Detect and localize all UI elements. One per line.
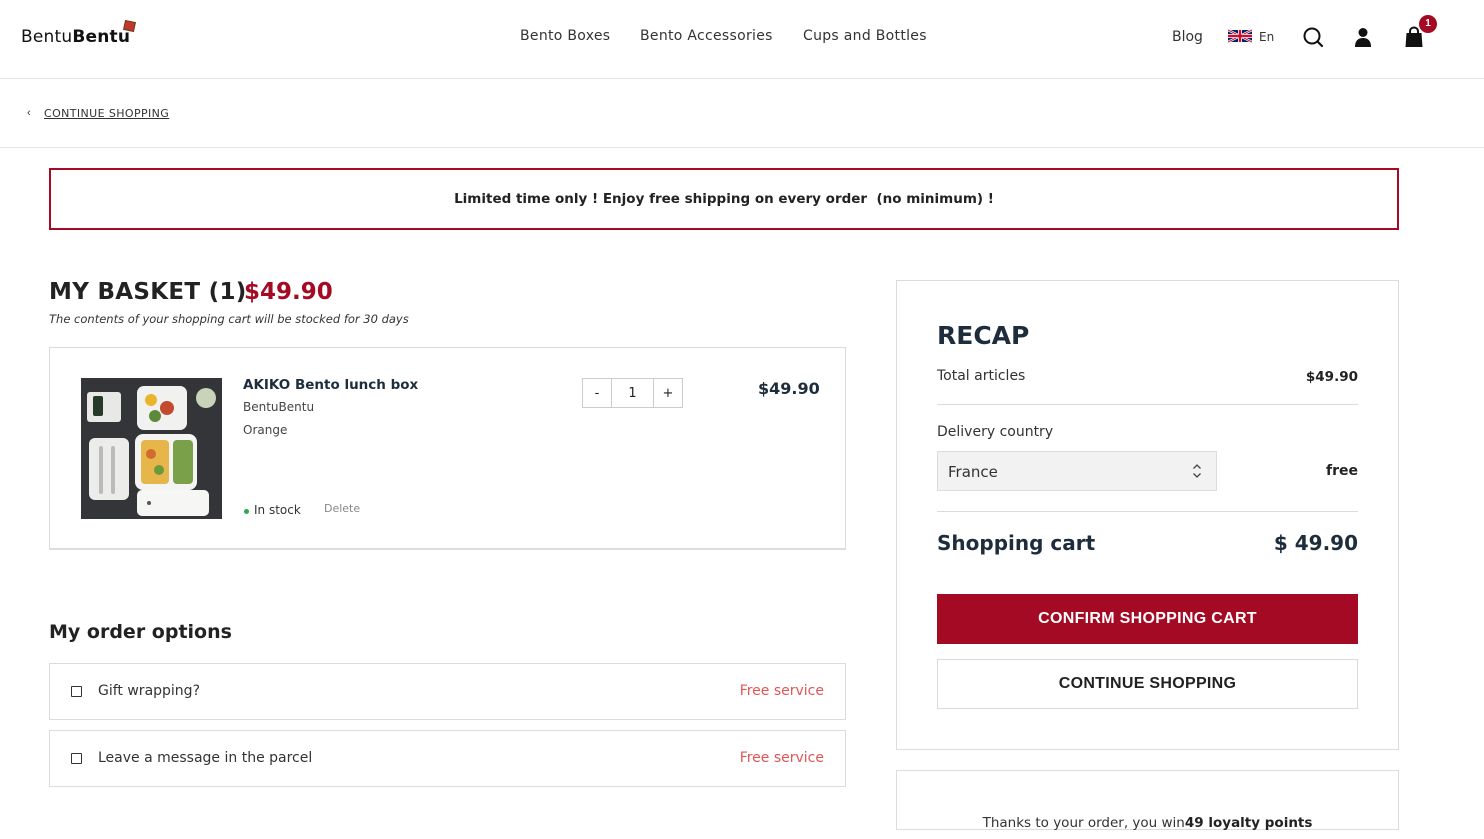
qty-increase-button[interactable]: + (653, 379, 682, 407)
divider (937, 404, 1358, 405)
product-name[interactable]: AKIKO Bento lunch box (243, 377, 418, 393)
delivery-cost: free (1326, 463, 1358, 479)
cart-item: AKIKO Bento lunch box BentuBentu Orange … (49, 347, 846, 550)
loyalty-points-box: Thanks to your order, you win 49 loyalty… (896, 770, 1399, 831)
gift-wrapping-checkbox[interactable] (71, 686, 82, 697)
message-checkbox[interactable] (71, 753, 82, 764)
product-color: Orange (243, 423, 288, 437)
item-price: $49.90 (758, 379, 820, 398)
search-icon[interactable] (1302, 26, 1324, 48)
quantity-stepper: - 1 + (582, 378, 683, 408)
user-icon[interactable] (1352, 26, 1374, 48)
loyalty-points: 49 loyalty points (1184, 815, 1313, 831)
option-label[interactable]: Gift wrapping? (98, 683, 200, 699)
flag-uk-icon[interactable] (1228, 29, 1252, 43)
logo-box-icon (123, 19, 136, 33)
order-options-title: My order options (49, 621, 232, 643)
option-label[interactable]: Leave a message in the parcel (98, 750, 312, 766)
confirm-shopping-cart-button[interactable]: CONFIRM SHOPPING CART (937, 594, 1358, 644)
nav-blog[interactable]: Blog (1172, 29, 1203, 45)
qty-decrease-button[interactable]: - (583, 379, 612, 407)
stock-status: In stock (254, 503, 301, 517)
basket-total: $49.90 (244, 279, 333, 305)
chevron-left-icon: ‹ (27, 107, 31, 119)
delete-item-link[interactable]: Delete (324, 502, 360, 515)
nav-cups-and-bottles[interactable]: Cups and Bottles (803, 28, 927, 44)
qty-value[interactable]: 1 (612, 379, 653, 407)
nav-bento-accessories[interactable]: Bento Accessories (640, 28, 773, 44)
selected-country: France (948, 463, 998, 481)
option-price: Free service (739, 750, 824, 766)
logo-text-part2: Bentu (72, 27, 131, 47)
shopping-cart-label: Shopping cart (937, 531, 1096, 555)
promo-banner: Limited time only ! Enjoy free shipping … (49, 168, 1399, 230)
total-articles-value: $49.90 (1305, 369, 1358, 385)
continue-shopping-link[interactable]: CONTINUE SHOPPING (44, 107, 169, 120)
basket-note: The contents of your shopping cart will … (49, 312, 409, 326)
product-image[interactable] (81, 378, 222, 519)
basket-title: MY BASKET (1) (49, 279, 247, 305)
site-logo[interactable]: BentuBentu (21, 27, 130, 47)
total-articles-label: Total articles (937, 368, 1026, 384)
in-stock-dot-icon (244, 509, 249, 514)
select-arrows-icon (1193, 464, 1201, 478)
site-header: BentuBentu Bento Boxes Bento Accessories… (0, 0, 1484, 79)
option-gift-wrapping[interactable]: Gift wrapping? Free service (49, 663, 846, 720)
option-message[interactable]: Leave a message in the parcel Free servi… (49, 730, 846, 787)
cart-count-badge: 1 (1419, 15, 1437, 33)
recap-panel: RECAP Total articles $49.90 Delivery cou… (896, 280, 1399, 750)
recap-title: RECAP (937, 321, 1030, 350)
divider (937, 511, 1358, 512)
loyalty-prefix: Thanks to your order, you win (982, 815, 1185, 831)
loyalty-text: Thanks to your order, you win 49 loyalty… (983, 793, 1313, 831)
shopping-cart-total: $ 49.90 (1273, 531, 1358, 555)
nav-bento-boxes[interactable]: Bento Boxes (520, 28, 610, 44)
language-selector[interactable]: En (1259, 30, 1274, 44)
delivery-country-label: Delivery country (937, 424, 1054, 440)
logo-text-part1: Bentu (21, 27, 73, 47)
promo-banner-text: Limited time only ! Enjoy free shipping … (454, 191, 994, 207)
delivery-country-select[interactable]: France (937, 451, 1217, 491)
breadcrumb-row: ‹ CONTINUE SHOPPING (0, 79, 1484, 148)
option-price: Free service (739, 683, 824, 699)
product-brand: BentuBentu (243, 400, 315, 414)
continue-shopping-button[interactable]: CONTINUE SHOPPING (937, 659, 1358, 709)
